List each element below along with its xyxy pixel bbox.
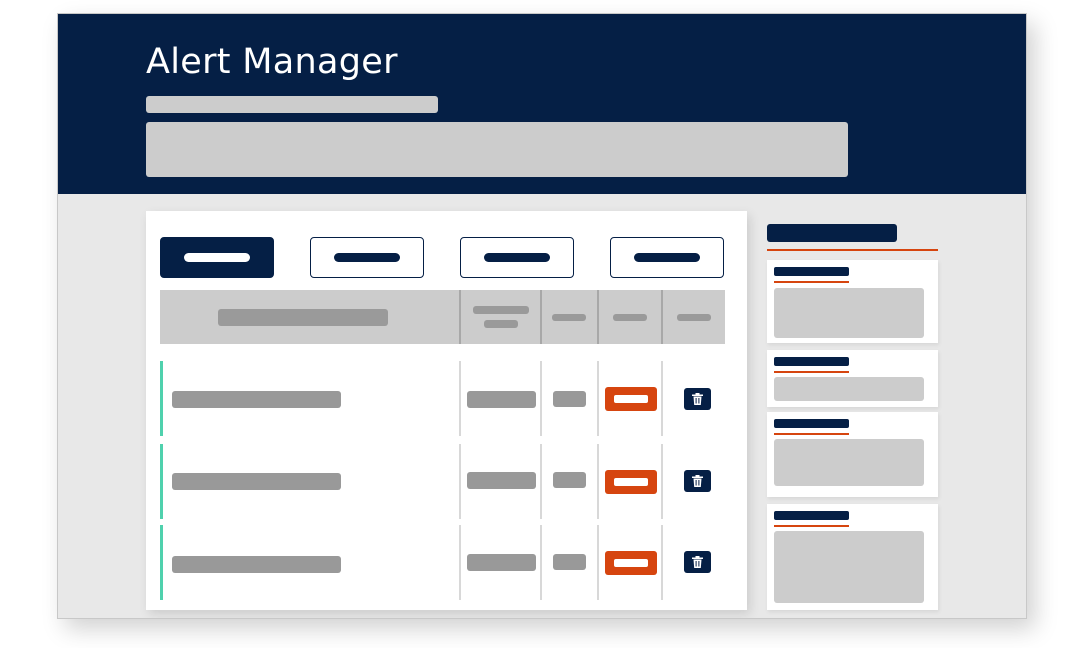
status-badge	[605, 387, 657, 411]
alerts-panel	[146, 211, 747, 610]
column-divider	[661, 361, 663, 436]
column-divider	[540, 525, 542, 600]
column-divider	[597, 290, 599, 344]
sidebar-card-divider	[774, 281, 849, 283]
sidebar-heading	[767, 224, 897, 242]
row-status-indicator	[160, 361, 163, 436]
sidebar-card-divider	[774, 371, 849, 373]
page-title: Alert Manager	[146, 42, 398, 82]
column-divider	[459, 444, 461, 519]
alert-name-placeholder	[172, 391, 341, 408]
column-divider	[661, 290, 663, 344]
column-divider	[661, 525, 663, 600]
sidebar-card-body	[774, 288, 924, 338]
tab-label-placeholder	[484, 253, 550, 262]
alert-count-placeholder	[553, 391, 586, 407]
sidebar-card[interactable]	[767, 412, 938, 497]
table-row[interactable]	[160, 525, 725, 600]
alert-name-placeholder	[172, 556, 341, 573]
search-input[interactable]	[146, 122, 848, 177]
tab-2[interactable]	[310, 237, 424, 278]
row-status-indicator	[160, 444, 163, 519]
tab-3[interactable]	[460, 237, 574, 278]
sidebar-card[interactable]	[767, 260, 938, 343]
column-divider	[459, 361, 461, 436]
delete-button[interactable]	[684, 551, 711, 573]
column-divider	[597, 444, 599, 519]
alert-count-placeholder	[553, 554, 586, 570]
sidebar-card-title	[774, 419, 849, 428]
sidebar-card-title	[774, 357, 849, 366]
column-header-type[interactable]	[473, 306, 529, 314]
sidebar-card-divider	[774, 525, 849, 527]
column-divider	[459, 290, 461, 344]
column-divider	[540, 444, 542, 519]
alert-count-placeholder	[553, 472, 586, 488]
subtitle-placeholder	[146, 96, 438, 113]
row-status-indicator	[160, 525, 163, 600]
sidebar-card-body	[774, 377, 924, 401]
table-row[interactable]	[160, 444, 725, 519]
sidebar-card-title	[774, 511, 849, 520]
sidebar-heading-divider	[767, 249, 938, 251]
trash-icon	[692, 475, 703, 487]
status-badge	[605, 551, 657, 575]
tab-label-placeholder	[184, 253, 250, 262]
column-header-type-line2	[484, 320, 518, 328]
column-header-name[interactable]	[218, 309, 388, 326]
trash-icon	[692, 556, 703, 568]
tab-label-placeholder	[334, 253, 400, 262]
tab-label-placeholder	[634, 253, 700, 262]
tab-1[interactable]	[160, 237, 274, 278]
column-divider	[661, 444, 663, 519]
sidebar-card[interactable]	[767, 350, 938, 407]
delete-button[interactable]	[684, 388, 711, 410]
column-divider	[459, 525, 461, 600]
tab-4[interactable]	[610, 237, 724, 278]
column-divider	[597, 361, 599, 436]
alert-name-placeholder	[172, 473, 341, 490]
app-header: Alert Manager	[58, 14, 1026, 194]
column-header-count[interactable]	[552, 314, 586, 321]
status-badge	[605, 470, 657, 494]
sidebar-card[interactable]	[767, 504, 938, 610]
column-divider	[540, 361, 542, 436]
sidebar-card-body	[774, 439, 924, 486]
column-divider	[597, 525, 599, 600]
column-divider	[540, 290, 542, 344]
table-header	[160, 290, 725, 344]
column-header-actions	[677, 314, 711, 321]
alert-type-placeholder	[467, 554, 536, 571]
sidebar-card-body	[774, 531, 924, 603]
column-header-status[interactable]	[613, 314, 647, 321]
table-row[interactable]	[160, 361, 725, 436]
trash-icon	[692, 393, 703, 405]
sidebar-card-divider	[774, 433, 849, 435]
delete-button[interactable]	[684, 470, 711, 492]
sidebar-card-title	[774, 267, 849, 276]
alert-type-placeholder	[467, 391, 536, 408]
app-window: Alert Manager	[57, 13, 1027, 619]
alert-type-placeholder	[467, 472, 536, 489]
